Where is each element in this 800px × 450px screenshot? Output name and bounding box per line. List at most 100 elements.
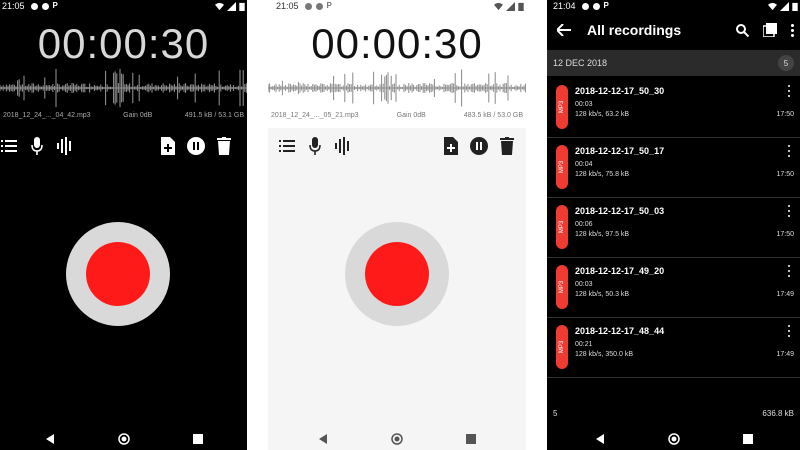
status-time: 21:05 (276, 1, 299, 11)
recording-name: 2018-12-12-17_50_17 (575, 146, 665, 156)
recording-row[interactable]: MP3 2018-12-12-17_49_20 00:03 128 kb/s, 50.… (547, 258, 800, 318)
waveform-icon[interactable] (54, 135, 76, 157)
recording-duration: 00:03 (575, 281, 593, 288)
row-menu-icon[interactable] (784, 204, 794, 218)
recording-row[interactable]: MP3 2018-12-12-17_50_17 00:04 128 kb/s, 75.… (547, 138, 800, 198)
system-nav-bar (268, 428, 526, 450)
battery-icon (518, 2, 524, 11)
notification-icon (304, 2, 312, 10)
mic-icon[interactable] (26, 135, 48, 157)
app-bar: All recordings (547, 12, 800, 48)
delete-icon[interactable] (496, 135, 518, 157)
format-label: MP3 (559, 160, 565, 174)
recording-duration: 00:06 (575, 221, 593, 228)
parking-icon: P (603, 1, 609, 10)
waveform-display (268, 69, 526, 107)
notification-icon (30, 2, 38, 10)
recorder-toolbar (0, 133, 247, 159)
status-time: 21:04 (553, 1, 576, 11)
storage-info: 483.5 kB / 53.0 GB (463, 112, 523, 119)
back-arrow-icon[interactable] (557, 24, 571, 36)
status-time: 21:05 (2, 1, 25, 11)
record-dot (365, 242, 429, 306)
format-label: MP3 (559, 340, 565, 354)
wifi-icon (215, 2, 224, 10)
pause-icon[interactable] (468, 135, 490, 157)
format-label: MP3 (559, 280, 565, 294)
footer-count: 5 (553, 408, 558, 418)
signal-icon (506, 1, 515, 11)
nav-recents-icon[interactable] (741, 432, 755, 446)
nav-home-icon[interactable] (117, 432, 131, 446)
signal-icon (227, 1, 236, 11)
format-label: MP3 (559, 100, 565, 114)
recording-time: 17:50 (776, 171, 794, 178)
list-icon[interactable] (0, 135, 20, 157)
elapsed-timer: 00:00:30 (311, 20, 483, 67)
recording-meta: 2018_12_24_..._05_21.mp3 Gain 0dB 483.5 … (268, 112, 526, 119)
wifi-icon (768, 2, 777, 10)
storage-info: 491.5 kB / 53.1 GB (184, 112, 244, 119)
nav-back-icon[interactable] (593, 432, 607, 446)
row-menu-icon[interactable] (784, 84, 794, 98)
select-multiple-icon[interactable] (763, 23, 777, 37)
new-file-icon[interactable] (440, 135, 462, 157)
record-button[interactable] (345, 222, 449, 326)
format-badge: MP3 (556, 205, 568, 249)
row-menu-icon[interactable] (784, 324, 794, 338)
recording-time: 17:50 (776, 111, 794, 118)
overflow-menu-icon[interactable] (791, 23, 794, 37)
nav-back-icon[interactable] (43, 432, 57, 446)
recording-name: 2018-12-12-17_50_03 (575, 206, 665, 216)
list-icon[interactable] (276, 135, 298, 157)
recording-row[interactable]: MP3 2018-12-12-17_50_03 00:06 128 kb/s, 97.… (547, 198, 800, 258)
recording-row[interactable]: MP3 2018-12-12-17_48_44 00:21 128 kb/s, 350… (547, 318, 800, 378)
recorder-toolbar (268, 133, 526, 159)
wifi-icon (494, 2, 503, 10)
sync-icon (41, 2, 49, 10)
record-button[interactable] (66, 222, 170, 326)
recorder-light-screen: 21:05 P 00:00:30 2018_12_24_..._05_21.mp… (268, 0, 526, 450)
nav-recents-icon[interactable] (191, 432, 205, 446)
footer-total-size: 636.8 kB (762, 408, 794, 418)
list-footer: 5 636.8 kB (547, 402, 800, 424)
delete-icon[interactable] (213, 135, 235, 157)
nav-home-icon[interactable] (667, 432, 681, 446)
waveform-icon[interactable] (332, 135, 354, 157)
gain-label: Gain 0dB (396, 112, 426, 119)
row-menu-icon[interactable] (784, 264, 794, 278)
mic-icon[interactable] (304, 135, 326, 157)
recording-name: 2018-12-12-17_50_30 (575, 86, 665, 96)
recording-info: 128 kb/s, 63.2 kB (575, 111, 630, 118)
record-dot (86, 242, 150, 306)
status-bar: 21:05 P (268, 0, 526, 12)
nav-recents-icon[interactable] (464, 432, 478, 446)
format-label: MP3 (559, 220, 565, 234)
format-badge: MP3 (556, 325, 568, 369)
pause-icon[interactable] (185, 135, 207, 157)
recording-info: 128 kb/s, 350.0 kB (575, 351, 633, 358)
sync-icon (592, 2, 600, 10)
system-nav-bar (547, 428, 800, 450)
file-name: 2018_12_24_..._05_21.mp3 (271, 112, 359, 119)
recording-info: 128 kb/s, 50.3 kB (575, 291, 630, 298)
sync-icon (315, 2, 323, 10)
new-file-icon[interactable] (157, 135, 179, 157)
gain-label: Gain 0dB (123, 112, 153, 119)
nav-home-icon[interactable] (390, 432, 404, 446)
recording-duration: 00:03 (575, 101, 593, 108)
screenshot-collage: 21:05 P 00:00:30 2018_12_24_..._04_42.mp… (0, 0, 800, 450)
recording-name: 2018-12-12-17_49_20 (575, 266, 665, 276)
recording-info: 128 kb/s, 75.8 kB (575, 171, 630, 178)
format-badge: MP3 (556, 85, 568, 129)
signal-icon (780, 1, 789, 11)
recording-row[interactable]: MP3 2018-12-12-17_50_30 00:03 128 kb/s, 63.… (547, 78, 800, 138)
parking-icon: P (52, 1, 58, 10)
row-menu-icon[interactable] (784, 144, 794, 158)
notification-icon (581, 2, 589, 10)
search-icon[interactable] (736, 23, 749, 37)
nav-back-icon[interactable] (316, 432, 330, 446)
recording-name: 2018-12-12-17_48_44 (575, 326, 665, 336)
recording-duration: 00:04 (575, 161, 593, 168)
recording-time: 17:49 (776, 291, 794, 298)
